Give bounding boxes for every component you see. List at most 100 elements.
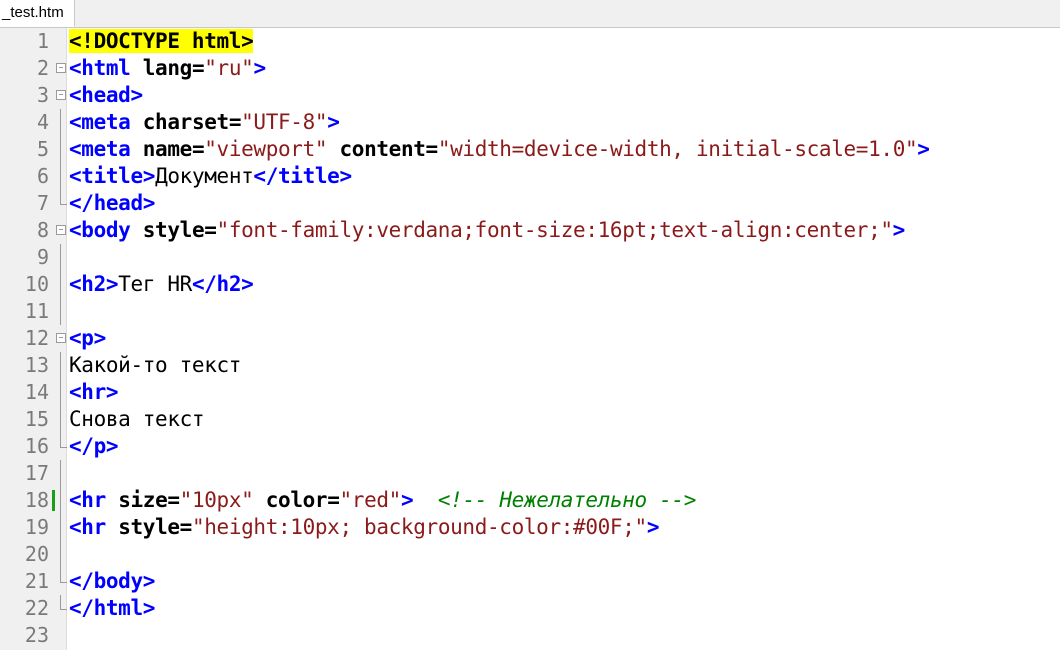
fold-guide [60, 244, 61, 271]
token-tag: <hr [69, 488, 106, 512]
code-line[interactable]: 11 [0, 298, 1060, 325]
code-line[interactable]: 7 </head> [0, 190, 1060, 217]
code-line[interactable]: 12 <p> [0, 325, 1060, 352]
code-line[interactable]: 4 <meta charset="UTF-8"> [0, 109, 1060, 136]
token-txt: Документ [155, 164, 254, 188]
fold-guide [60, 379, 61, 406]
token-val: "width=device-width, initial-scale=1.0" [437, 137, 918, 161]
file-tab[interactable]: _test.htm [0, 0, 75, 27]
code-text: Какой-то текст [69, 352, 241, 379]
code-text: <h2>Тег HR</h2> [69, 271, 254, 298]
token-tag: </html> [69, 596, 156, 620]
token-txt: Какой-то текст [69, 353, 242, 377]
fold-guide [60, 271, 61, 298]
code-line[interactable]: 3 <head> [0, 82, 1060, 109]
token-tag: > [327, 110, 340, 134]
token-val: "ru" [204, 56, 254, 80]
code-line[interactable]: 18 <hr size="10px" color="red"> <!-- Неже… [0, 487, 1060, 514]
fold-guide [60, 406, 61, 433]
code-text: <html lang="ru"> [69, 55, 266, 82]
code-line[interactable]: 23 [0, 622, 1060, 649]
token-attr: name [142, 137, 193, 161]
fold-guide [60, 541, 61, 568]
code-line[interactable]: 13 Какой-то текст [0, 352, 1060, 379]
code-text: <!DOCTYPE html> [69, 28, 254, 55]
code-line[interactable]: 15 Снова текст [0, 406, 1060, 433]
fold-collapse-icon[interactable] [56, 225, 66, 235]
code-line[interactable]: 8 <body style="font-family:verdana;font-s… [0, 217, 1060, 244]
code-text: <meta charset="UTF-8"> [69, 109, 340, 136]
line-number: 23 [24, 623, 49, 647]
fold-guide [60, 487, 61, 514]
tab-bar: _test.htm [0, 0, 1060, 28]
code-line[interactable]: 21 </body> [0, 568, 1060, 595]
token-tag: <hr> [69, 380, 119, 404]
code-line[interactable]: 9 [0, 244, 1060, 271]
code-line[interactable]: 2 <html lang="ru"> [0, 55, 1060, 82]
token-tag: </body> [69, 569, 156, 593]
token-tag: > [253, 56, 266, 80]
token-op: = [327, 488, 340, 512]
token-attr: charset [142, 110, 229, 134]
code-line[interactable]: 22 </html> [0, 595, 1060, 622]
line-number: 19 [24, 515, 49, 539]
code-text: <hr> [69, 379, 119, 406]
fold-guide [60, 136, 61, 163]
code-line[interactable]: 1 <!DOCTYPE html> [0, 28, 1060, 55]
fold-guide [60, 514, 61, 541]
code-text: <hr style="height:10px; background-color… [69, 514, 659, 541]
code-text: </head> [69, 190, 155, 217]
code-line[interactable]: 14 <hr> [0, 379, 1060, 406]
line-number: 9 [36, 245, 49, 269]
change-marker [52, 490, 55, 511]
token-op: = [228, 110, 242, 134]
fold-collapse-icon[interactable] [56, 63, 66, 73]
token-attr: content [339, 137, 426, 161]
code-line[interactable]: 6 <title>Документ</title> [0, 163, 1060, 190]
line-number: 8 [36, 218, 49, 242]
token-attr: size [118, 488, 168, 512]
token-doctype: <!DOCTYPE html> [69, 29, 254, 53]
token-tag: </p> [69, 434, 119, 458]
token-op: = [425, 137, 439, 161]
token-op: = [204, 218, 217, 242]
token-tag: <body [69, 218, 131, 242]
code-line[interactable]: 17 [0, 460, 1060, 487]
fold-end-guide [60, 433, 67, 448]
token-txt: Снова текст [69, 407, 205, 431]
code-text: <hr size="10px" color="red"> <!-- Нежела… [69, 487, 696, 514]
token-tag: > [917, 137, 930, 161]
fold-collapse-icon[interactable] [56, 90, 66, 100]
token-attr: lang [142, 56, 193, 80]
token-tag: > [646, 515, 660, 539]
code-editor[interactable]: 1 <!DOCTYPE html> 2 <html lang="ru"> 3 <head>… [0, 28, 1060, 650]
token-txt: Тег HR [118, 272, 192, 296]
code-line[interactable]: 5 <meta name="viewport" content="width=de… [0, 136, 1060, 163]
code-text: </p> [69, 433, 119, 460]
token-tag: </title> [253, 164, 352, 188]
line-number: 14 [24, 380, 49, 404]
line-number: 22 [24, 596, 49, 620]
fold-end-guide [60, 190, 67, 205]
token-tag: </head> [69, 191, 156, 215]
token-tag: > [400, 488, 414, 512]
token-val: "UTF-8" [241, 110, 328, 134]
line-number: 13 [24, 353, 49, 377]
code-line[interactable]: 20 [0, 541, 1060, 568]
line-number: 10 [24, 272, 49, 296]
token-val: "viewport" [204, 137, 328, 161]
line-number: 16 [24, 434, 49, 458]
code-line[interactable]: 10 <h2>Тег HR</h2> [0, 271, 1060, 298]
fold-guide [60, 109, 61, 136]
line-number: 15 [24, 407, 49, 431]
fold-collapse-icon[interactable] [56, 333, 66, 343]
code-line[interactable]: 16 </p> [0, 433, 1060, 460]
code-line[interactable]: 19 <hr style="height:10px; background-col… [0, 514, 1060, 541]
fold-guide [60, 298, 61, 325]
